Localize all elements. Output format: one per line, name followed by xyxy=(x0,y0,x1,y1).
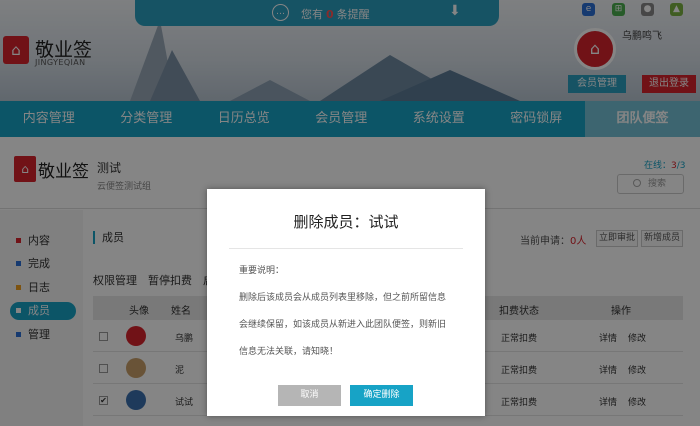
cancel-button[interactable]: 取消 xyxy=(278,385,341,406)
dialog-title: 删除成员：试试 xyxy=(293,213,399,231)
divider xyxy=(229,248,463,249)
dialog-label: 重要说明： xyxy=(239,266,285,276)
dialog-message: 删除后该成员会从成员列表里移除，但之前所留信息会继续保留，如该成员从新进入此团队… xyxy=(239,293,447,357)
confirm-delete-button[interactable]: 确定删除 xyxy=(350,385,413,406)
delete-member-dialog: 删除成员：试试 重要说明： 删除后该成员会从成员列表里移除，但之前所留信息会继续… xyxy=(207,189,485,416)
